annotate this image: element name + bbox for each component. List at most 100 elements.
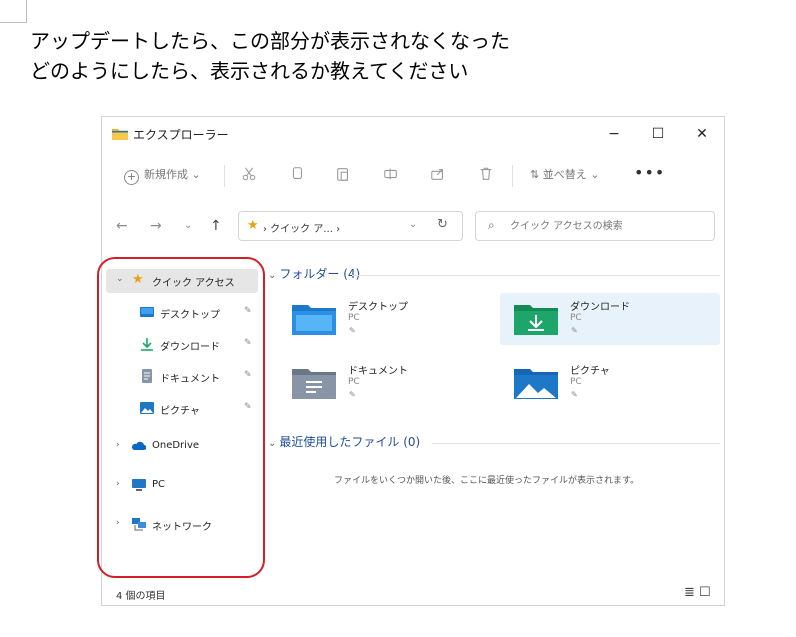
more-options-button[interactable]: ••• (634, 163, 665, 182)
sidebar-item-desktop[interactable]: デスクトップ ✎ (106, 301, 258, 325)
scissors-icon[interactable] (240, 166, 258, 184)
address-row: ← → ⌄ ↑ ★ › クイック ア... › ⌄ ↻ ⌕ (102, 209, 724, 245)
trash-icon[interactable] (477, 166, 495, 184)
chevron-down-icon[interactable]: ⌄ (116, 274, 124, 284)
desktop-folder-icon (292, 305, 336, 335)
folder-name: ドキュメント (348, 366, 408, 377)
address-dropdown-button[interactable]: ⌄ (409, 219, 417, 230)
maximize-button[interactable]: ☐ (643, 123, 673, 145)
recent-group-header[interactable]: ⌄ 最近使用したファイル (0) (268, 433, 420, 450)
command-bar: + 新規作成 ⌄ ⇅ 並べ替え ⌄ ••• (102, 157, 724, 193)
group-divider (352, 275, 720, 276)
sidebar-item-onedrive[interactable]: › OneDrive (106, 435, 258, 459)
document-corner-mark (0, 0, 27, 23)
star-icon: ★ (132, 272, 144, 287)
up-button[interactable]: ↑ (210, 218, 222, 234)
question-text: アップデートしたら、この部分が表示されなくなった どのようにしたら、表示されるか… (30, 26, 510, 86)
sidebar-item-pc[interactable]: › PC (106, 474, 258, 498)
plus-icon: + (124, 170, 139, 185)
sidebar-item-downloads[interactable]: ダウンロード ✎ (106, 333, 258, 357)
sort-button[interactable]: ⇅ 並べ替え ⌄ (530, 166, 599, 182)
question-line-1: アップデートしたら、この部分が表示されなくなった (30, 29, 510, 53)
pin-icon: ✎ (571, 390, 578, 399)
content-area: ⌄ フォルダー (4) デスクトップ PC ✎ ダウンロード PC ✎ ドキュメン… (264, 263, 724, 553)
folder-tile-desktop[interactable]: デスクトップ PC ✎ (278, 293, 498, 345)
close-button[interactable]: ✕ (687, 123, 717, 145)
downloads-folder-icon (514, 305, 558, 335)
network-icon (132, 518, 146, 531)
folder-icon (112, 129, 128, 140)
pin-icon: ✎ (349, 390, 356, 399)
sidebar-item-pictures[interactable]: ピクチャ ✎ (106, 397, 258, 421)
download-icon (141, 338, 153, 351)
toolbar-divider (224, 165, 225, 187)
pin-icon: ✎ (571, 326, 578, 335)
sort-label: 並べ替え (542, 168, 587, 181)
folder-tile-documents[interactable]: ドキュメント PC ✎ (278, 357, 498, 409)
pin-icon: ✎ (349, 326, 356, 335)
copy-icon[interactable] (288, 166, 306, 184)
question-line-2: どのようにしたら、表示されるか教えてください (30, 59, 469, 83)
details-view-icon[interactable]: ≣ (684, 585, 695, 600)
recent-locations-button[interactable]: ⌄ (184, 220, 192, 231)
explorer-window: エクスプローラー − ☐ ✕ + 新規作成 ⌄ ⇅ 並べ替え ⌄ ••• ← →… (101, 116, 725, 606)
chevron-right-icon[interactable]: › (116, 479, 120, 489)
new-button[interactable]: + 新規作成 ⌄ (124, 166, 201, 185)
pictures-folder-icon (514, 369, 558, 399)
tiles-view-icon[interactable]: ☐ (699, 585, 711, 600)
sidebar-item-quick-access[interactable]: ⌄ ★ クイック アクセス (106, 269, 258, 293)
sort-icon: ⇅ (530, 168, 543, 181)
address-bar[interactable]: ★ › クイック ア... › ⌄ ↻ (238, 211, 463, 241)
sidebar-item-network[interactable]: › ネットワーク (106, 513, 258, 537)
toolbar-divider (512, 165, 513, 187)
search-input[interactable] (510, 218, 700, 234)
address-path[interactable]: › クイック ア... › (263, 220, 340, 235)
title-bar: エクスプローラー − ☐ ✕ (102, 117, 724, 151)
navigation-pane: ⌄ ★ クイック アクセス デスクトップ ✎ ダウンロード ✎ ドキュメント ✎… (106, 265, 266, 565)
folders-group-title: フォルダー (4) (279, 267, 361, 281)
paste-icon[interactable] (334, 166, 352, 184)
folder-name: ピクチャ (570, 366, 610, 377)
chevron-down-icon: ⌄ (590, 168, 600, 181)
pictures-icon (140, 402, 154, 414)
search-box[interactable]: ⌕ (475, 211, 715, 241)
minimize-button[interactable]: − (599, 123, 629, 145)
pin-icon: ✎ (244, 402, 252, 412)
pin-icon: ✎ (244, 370, 252, 380)
sidebar-item-label: ダウンロード (160, 342, 220, 353)
sidebar-item-label: PC (152, 479, 166, 490)
pin-icon: ✎ (244, 306, 252, 316)
desktop-icon (140, 307, 154, 317)
sidebar-item-label: OneDrive (152, 440, 200, 451)
sidebar-item-label: ネットワーク (152, 522, 212, 533)
window-title: エクスプローラー (133, 128, 229, 142)
group-divider (432, 443, 720, 444)
pin-icon: ✎ (244, 338, 252, 348)
refresh-button[interactable]: ↻ (437, 217, 448, 232)
chevron-right-icon[interactable]: › (116, 440, 120, 450)
folder-location: PC (348, 313, 360, 323)
onedrive-icon (132, 441, 146, 450)
sidebar-item-documents[interactable]: ドキュメント ✎ (106, 365, 258, 389)
chevron-right-icon[interactable]: › (116, 518, 120, 528)
documents-folder-icon (292, 369, 336, 399)
sidebar-item-label: デスクトップ (160, 310, 220, 321)
folder-location: PC (570, 377, 582, 387)
recent-group-title: 最近使用したファイル (0) (279, 435, 421, 449)
folder-tile-pictures[interactable]: ピクチャ PC ✎ (500, 357, 720, 409)
documents-icon (142, 369, 152, 383)
rename-icon[interactable] (382, 166, 400, 184)
pc-icon (132, 479, 146, 491)
folder-name: デスクトップ (348, 302, 408, 313)
forward-button[interactable]: → (150, 218, 162, 234)
folders-group-header[interactable]: ⌄ フォルダー (4) (268, 265, 360, 282)
sidebar-item-label: クイック アクセス (152, 278, 235, 289)
folder-location: PC (348, 377, 360, 387)
item-count: 4 個の項目 (116, 591, 166, 602)
sidebar-item-label: ピクチャ (160, 406, 200, 417)
back-button[interactable]: ← (116, 218, 128, 234)
share-icon[interactable] (429, 166, 447, 184)
folder-tile-downloads[interactable]: ダウンロード PC ✎ (500, 293, 720, 345)
chevron-down-icon: ⌄ (268, 270, 277, 281)
chevron-down-icon: ⌄ (191, 168, 201, 181)
